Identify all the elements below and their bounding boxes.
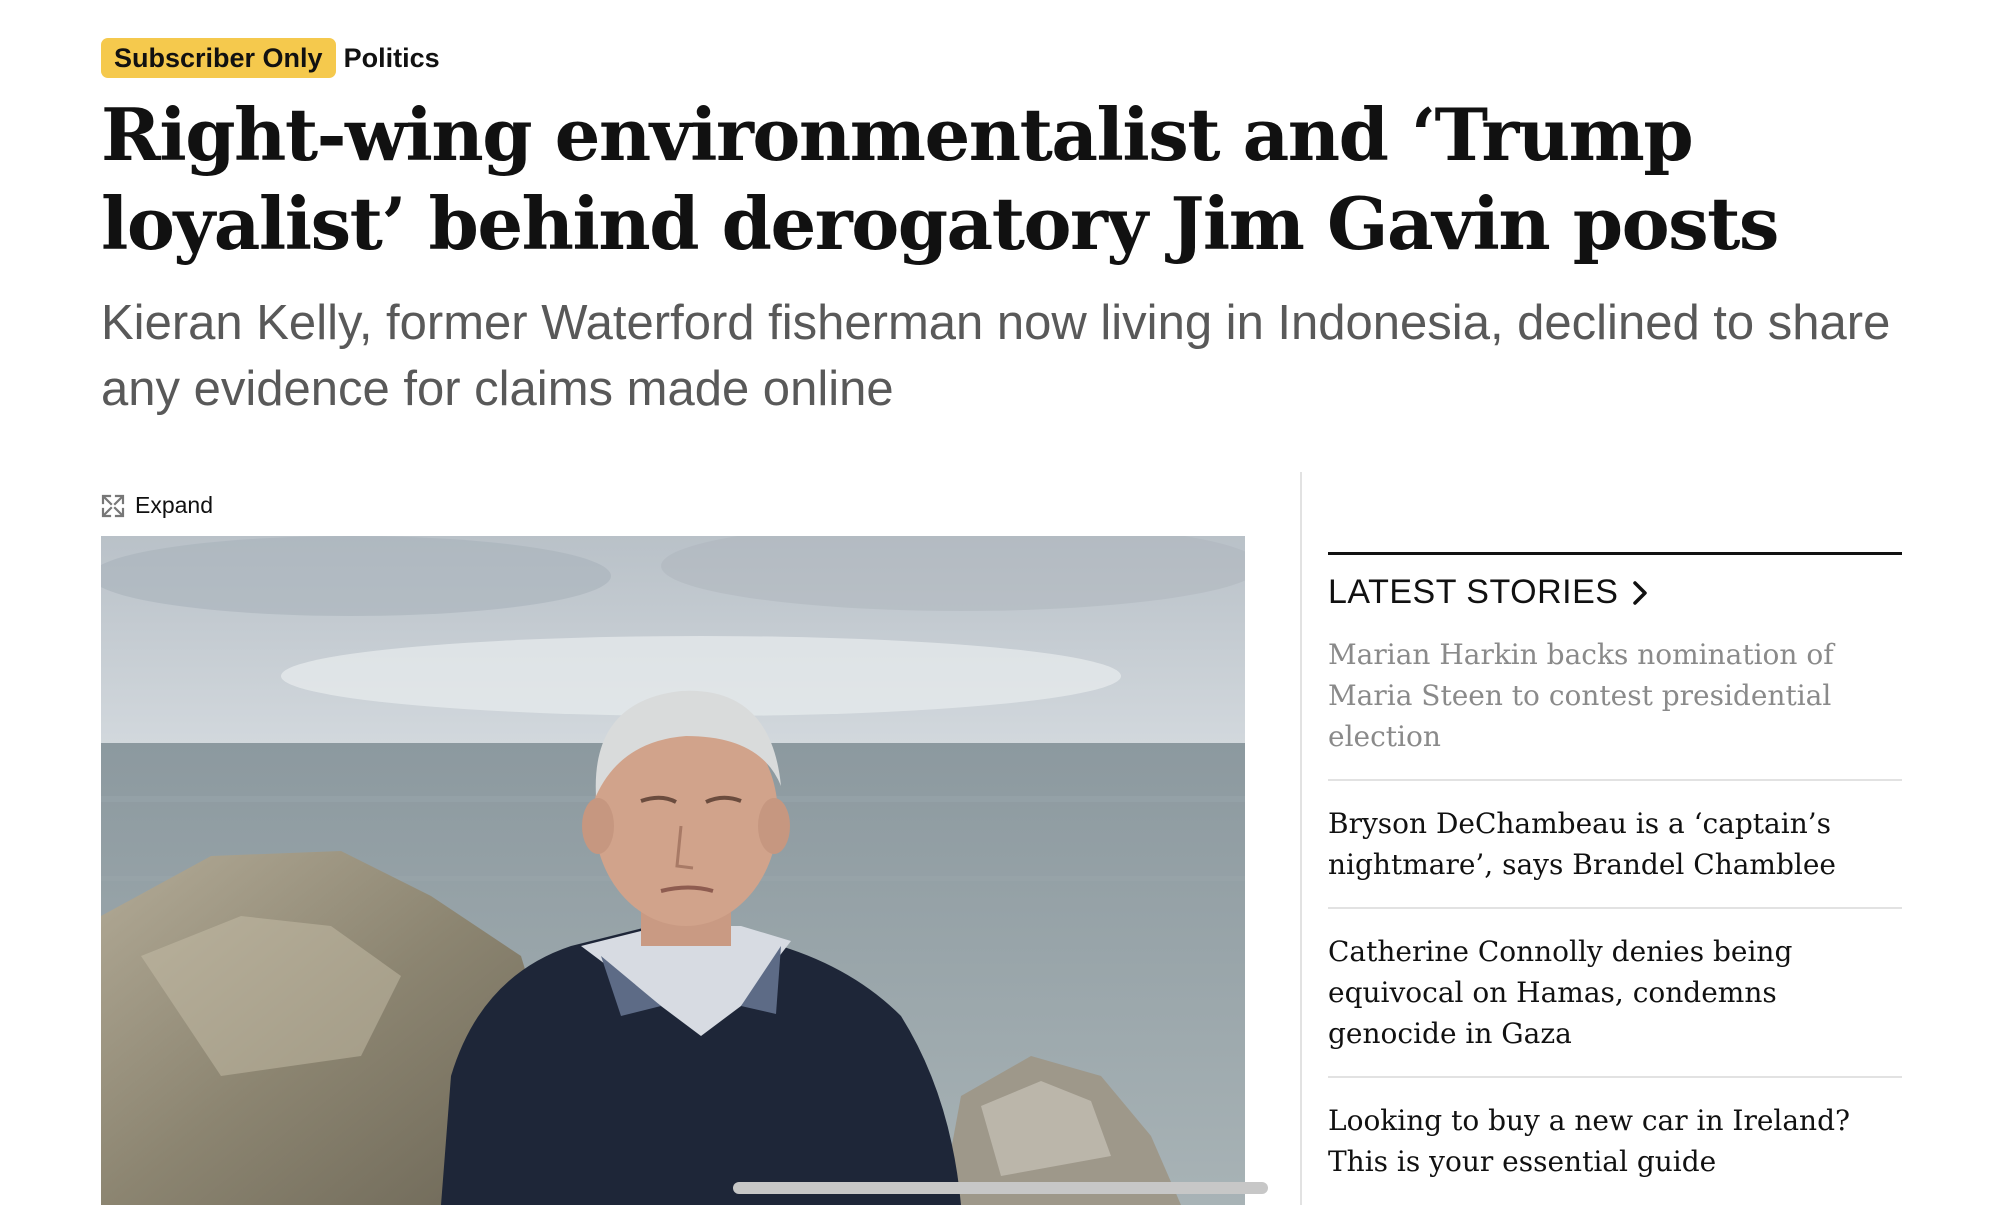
- expand-arrows-icon: [101, 494, 125, 517]
- panel-top-rule: [1328, 552, 1902, 555]
- latest-stories-link[interactable]: LATEST STORIES: [1328, 573, 1902, 612]
- article-photo: [101, 536, 1245, 1205]
- latest-stories-panel: LATEST STORIES Marian Harkin backs nomin…: [1328, 552, 1902, 1204]
- expand-button[interactable]: Expand: [101, 492, 213, 519]
- section-link[interactable]: Politics: [344, 43, 440, 73]
- article-headline: Right-wing environmentalist and ‘Trump l…: [101, 92, 1779, 266]
- chevron-right-icon: [1633, 580, 1648, 605]
- expand-label: Expand: [135, 492, 214, 518]
- latest-stories-heading: LATEST STORIES: [1328, 573, 1619, 611]
- subscriber-badge: Subscriber Only: [101, 38, 336, 78]
- story-link[interactable]: Catherine Connolly denies being equivoca…: [1328, 909, 1902, 1078]
- article-labels: Subscriber Only Politics: [101, 38, 440, 78]
- story-link[interactable]: Marian Harkin backs nomination of Maria …: [1328, 612, 1902, 781]
- story-link[interactable]: Looking to buy a new car in Ireland? Thi…: [1328, 1078, 1902, 1204]
- column-divider: [1300, 472, 1302, 1205]
- scroll-indicator[interactable]: [733, 1182, 1268, 1194]
- photo-man-on-seafront: [101, 536, 1245, 1205]
- article-standfirst: Kieran Kelly, former Waterford fisherman…: [101, 296, 1891, 416]
- story-link[interactable]: Bryson DeChambeau is a ‘captain’s nightm…: [1328, 781, 1902, 909]
